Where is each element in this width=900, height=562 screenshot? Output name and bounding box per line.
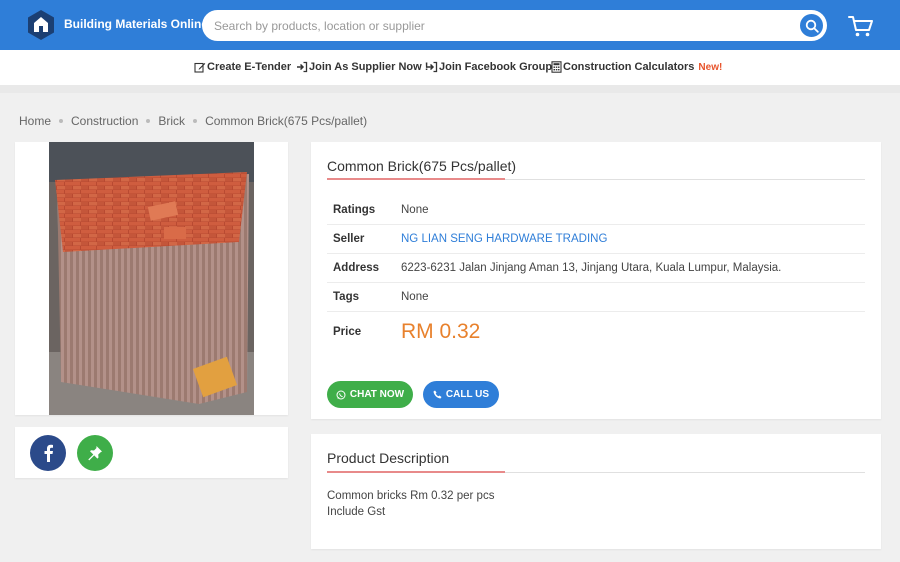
product-details-card: Common Brick(675 Pcs/pallet) Ratings Non… [311, 142, 881, 419]
new-badge: New! [698, 61, 723, 73]
nav-item-label: Create E-Tender [207, 61, 292, 73]
breadcrumb-brick[interactable]: Brick [158, 114, 185, 128]
seller-row: Seller NG LIAN SENG HARDWARE TRADING [327, 225, 865, 254]
call-us-button[interactable]: CALL US [423, 381, 499, 408]
price-value: RM 0.32 [401, 320, 481, 343]
search-button[interactable] [798, 12, 825, 39]
pin-share-button[interactable] [77, 435, 113, 471]
title-underline [327, 471, 865, 473]
description-title: Product Description [327, 450, 450, 466]
breadcrumb-current: Common Brick(675 Pcs/pallet) [205, 114, 368, 128]
product-image-card [15, 142, 288, 415]
nav-join-supplier[interactable]: Join As Supplier Now ! [296, 61, 428, 73]
product-photo[interactable] [49, 142, 254, 415]
whatsapp-icon [336, 390, 346, 399]
nav-join-facebook-group[interactable]: Join Facebook Group [426, 61, 552, 73]
search-bar [202, 10, 827, 41]
house-logo-icon[interactable] [26, 9, 56, 41]
address-row: Address 6223-6231 Jalan Jinjang Aman 13,… [327, 254, 865, 283]
ratings-label: Ratings [333, 204, 376, 216]
call-us-label: CALL US [445, 389, 490, 400]
title-underline [327, 178, 865, 180]
chat-now-button[interactable]: CHAT NOW [327, 381, 413, 408]
nav-construction-calculators[interactable]: Construction Calculators New! [551, 61, 722, 73]
phone-icon [433, 390, 442, 399]
description-line: Include Gst [327, 506, 386, 518]
nav-bar: Create E-Tender Join As Supplier Now ! J… [0, 50, 900, 85]
top-header: Building Materials Online [0, 0, 900, 50]
nav-create-e-tender[interactable]: Create E-Tender [194, 61, 291, 73]
cart-icon[interactable] [847, 12, 875, 40]
ratings-row: Ratings None [327, 196, 865, 225]
share-card [15, 427, 288, 478]
sign-in-icon [427, 61, 438, 73]
divider [0, 85, 900, 93]
price-row: Price RM 0.32 [327, 314, 865, 354]
tags-value: None [401, 291, 429, 303]
edit-icon [194, 62, 206, 73]
seller-label: Seller [333, 233, 365, 245]
ratings-value: None [401, 204, 429, 216]
brand-name[interactable]: Building Materials Online [64, 17, 208, 31]
description-line: Common bricks Rm 0.32 per pcs [327, 490, 495, 502]
pin-icon [88, 446, 102, 461]
breadcrumb-construction[interactable]: Construction [71, 114, 138, 128]
breadcrumb-separator [59, 119, 64, 123]
breadcrumb-home[interactable]: Home [19, 114, 51, 128]
search-icon [805, 19, 819, 33]
facebook-share-button[interactable] [30, 435, 66, 471]
address-value: 6223-6231 Jalan Jinjang Aman 13, Jinjang… [401, 262, 782, 274]
calculator-icon [551, 61, 562, 73]
facebook-icon [44, 444, 53, 462]
price-label: Price [333, 326, 362, 338]
tags-label: Tags [333, 291, 359, 303]
breadcrumb: Home Construction Brick Common Brick(675… [19, 114, 367, 128]
nav-item-label: Join As Supplier Now ! [309, 61, 429, 73]
product-title: Common Brick(675 Pcs/pallet) [327, 158, 517, 174]
search-input[interactable] [214, 16, 774, 36]
breadcrumb-separator [146, 119, 151, 123]
breadcrumb-separator [193, 119, 198, 123]
tags-row: Tags None [327, 283, 865, 312]
address-label: Address [333, 262, 380, 274]
sign-in-icon [297, 61, 308, 73]
nav-item-label: Join Facebook Group [439, 61, 553, 73]
chat-now-label: CHAT NOW [349, 389, 405, 400]
seller-link[interactable]: NG LIAN SENG HARDWARE TRADING [401, 233, 607, 245]
description-card: Product Description Common bricks Rm 0.3… [311, 434, 881, 549]
nav-item-label: Construction Calculators [563, 61, 695, 73]
